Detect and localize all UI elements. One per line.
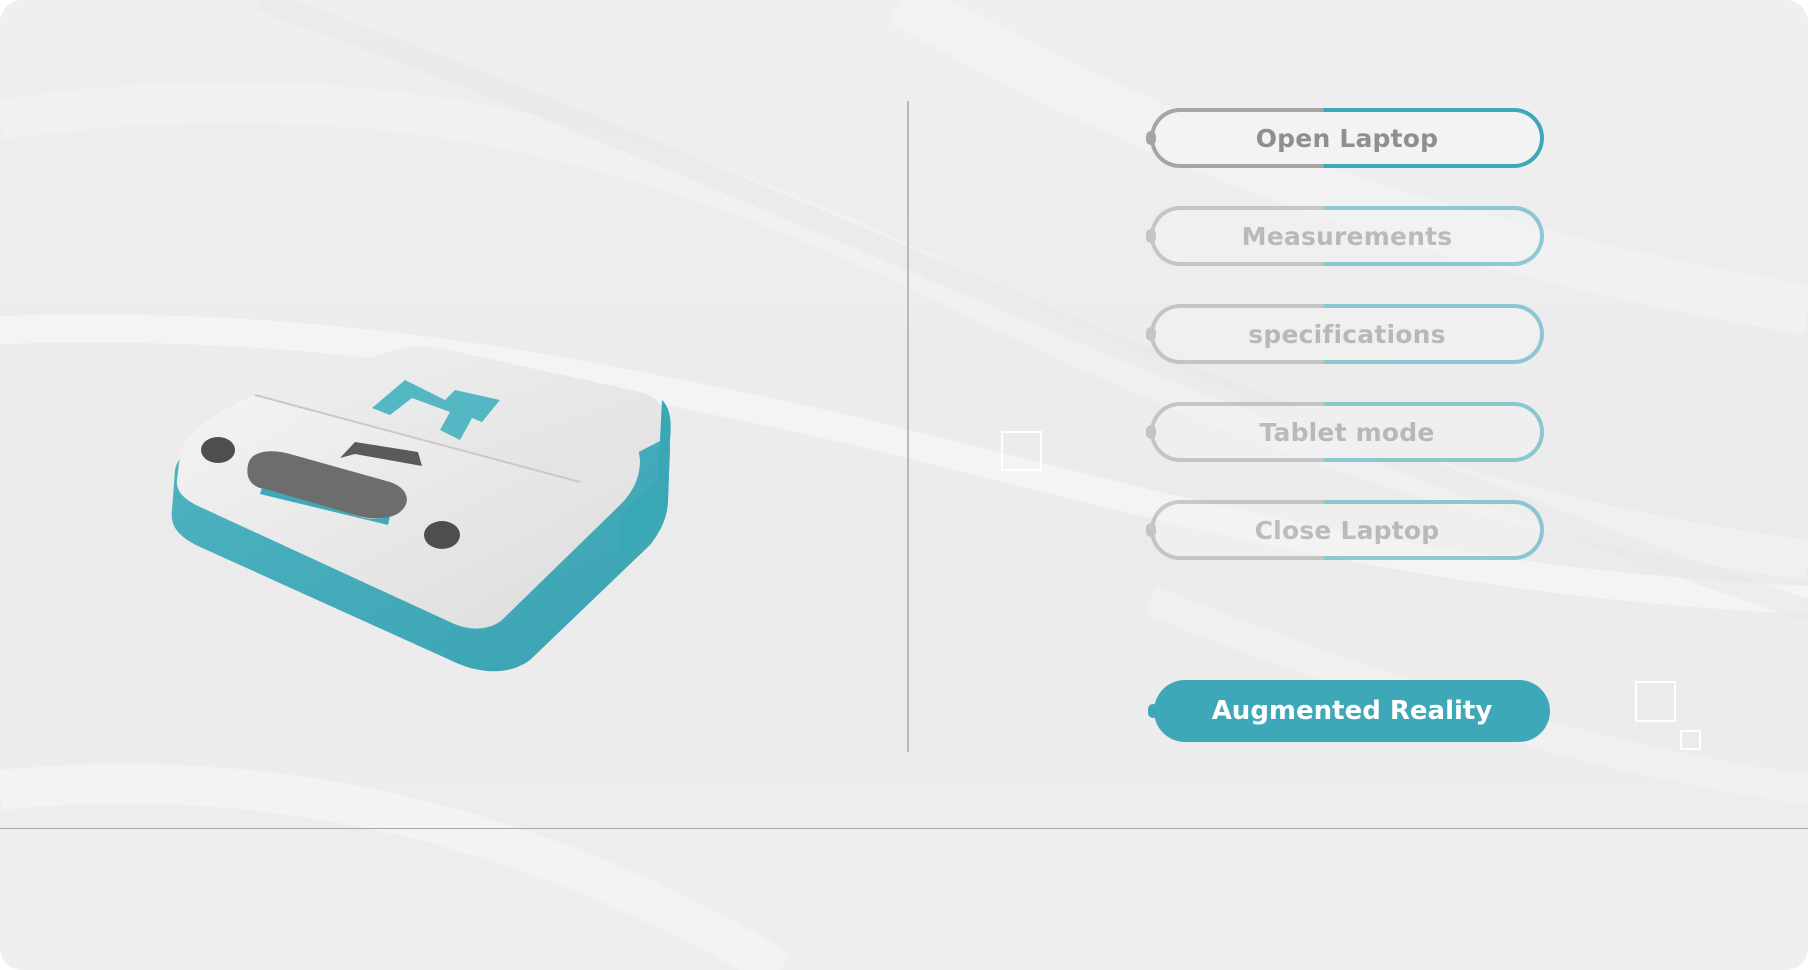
- close-laptop-button[interactable]: Close Laptop: [1146, 500, 1544, 560]
- decorative-square-large: [1635, 681, 1676, 722]
- port-hole-left: [201, 437, 235, 463]
- specifications-button[interactable]: specifications: [1146, 304, 1544, 364]
- tablet-mode-button[interactable]: Tablet mode: [1146, 402, 1544, 462]
- open-laptop-button[interactable]: Open Laptop: [1146, 108, 1544, 168]
- augmented-reality-button[interactable]: Augmented Reality: [1148, 680, 1550, 742]
- laptop-3d-viewer[interactable]: [150, 330, 810, 750]
- port-hole-right: [424, 521, 460, 549]
- decorative-square-small: [1680, 730, 1701, 750]
- specifications-label: specifications: [1248, 319, 1446, 349]
- measurements-label: Measurements: [1241, 221, 1453, 251]
- measurements-button[interactable]: Measurements: [1146, 206, 1544, 266]
- horizontal-divider: [0, 828, 1808, 829]
- vertical-divider: [907, 101, 909, 752]
- laptop-model[interactable]: [171, 346, 671, 672]
- augmented-reality-label: Augmented Reality: [1211, 696, 1493, 726]
- decorative-square-center: [1001, 431, 1042, 471]
- tablet-mode-label: Tablet mode: [1259, 417, 1435, 447]
- open-laptop-label: Open Laptop: [1255, 123, 1439, 153]
- app-frame: Open Laptop Measurements specifications …: [0, 0, 1808, 970]
- close-laptop-label: Close Laptop: [1254, 515, 1440, 545]
